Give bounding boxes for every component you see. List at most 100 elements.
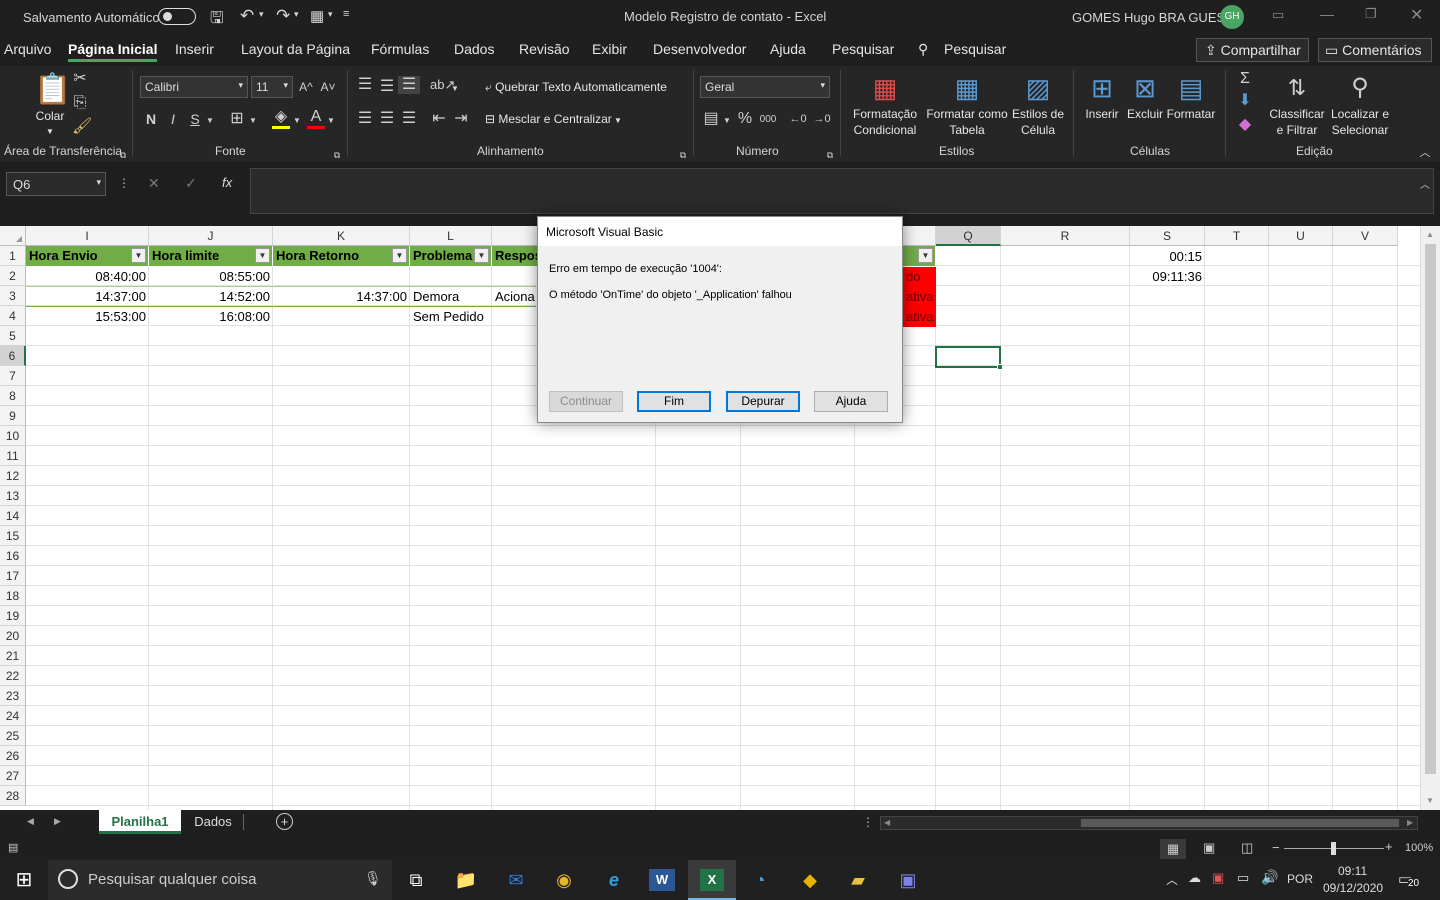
comments-button[interactable]: ▭ Comentários (1318, 38, 1432, 62)
filter-dropdown-icon[interactable]: ▼ (392, 248, 407, 263)
teams-icon[interactable]: ▣ (884, 866, 932, 894)
excel-taskbar-active[interactable]: X (688, 860, 736, 900)
underline-button[interactable]: S (187, 110, 203, 128)
row-header-27[interactable]: 27 (0, 766, 26, 786)
debug-button[interactable]: Depurar (726, 391, 800, 412)
row-header-12[interactable]: 12 (0, 466, 26, 486)
language-indicator[interactable]: POR (1287, 872, 1313, 886)
tab-arquivo[interactable]: Arquivo (4, 41, 51, 57)
filter-dropdown-icon[interactable]: ▼ (255, 248, 270, 263)
column-header-I[interactable]: I (26, 226, 149, 246)
row-header-20[interactable]: 20 (0, 626, 26, 646)
tab-pesquisar[interactable]: Pesquisar (832, 41, 894, 57)
share-button[interactable]: ⇪ Compartilhar (1196, 38, 1309, 62)
cell-K3[interactable]: 14:37:00 (273, 287, 410, 307)
tab-formulas[interactable]: Fórmulas (371, 41, 429, 57)
bold-button[interactable]: N (143, 110, 159, 128)
number-format-select[interactable]: Geral ▾ (700, 76, 830, 98)
row-header-9[interactable]: 9 (0, 406, 26, 426)
column-header-K[interactable]: K (273, 226, 410, 246)
column-header-Q[interactable]: Q (936, 226, 1001, 246)
expand-formula-icon[interactable]: ︿ (1420, 176, 1430, 191)
insert-cells-button[interactable]: ⊞ Inserir (1080, 70, 1124, 140)
row-header-10[interactable]: 10 (0, 426, 26, 446)
row-header-3[interactable]: 3 (0, 286, 26, 306)
column-header-L[interactable]: L (410, 226, 492, 246)
page-break-icon[interactable]: ◫ (1241, 840, 1253, 856)
row-header-19[interactable]: 19 (0, 606, 26, 626)
autosave-toggle[interactable] (158, 8, 196, 25)
row-header-25[interactable]: 25 (0, 726, 26, 746)
row-header-4[interactable]: 4 (0, 306, 26, 326)
chevron-down-icon[interactable]: ▼ (205, 112, 215, 130)
more-icon[interactable]: ⋮ (118, 176, 130, 190)
cell-M3[interactable]: Aciona (492, 287, 538, 307)
row-header-22[interactable]: 22 (0, 666, 26, 686)
zoom-thumb[interactable] (1331, 842, 1336, 855)
header-cell-resposta[interactable]: Respos (492, 246, 538, 266)
column-header-R[interactable]: R (1001, 226, 1130, 246)
volume-icon[interactable]: 🔊 (1261, 869, 1278, 886)
align-left-icon[interactable]: ☰ (356, 110, 374, 128)
scroll-left-icon[interactable]: ◀ (884, 818, 890, 827)
customize-qat-icon[interactable]: ≡ (343, 8, 349, 20)
h-app-icon[interactable]: ◆ (786, 866, 834, 894)
chevron-down-icon[interactable]: ▾ (294, 9, 299, 20)
tab-exibir[interactable]: Exibir (592, 41, 627, 57)
row-header-16[interactable]: 16 (0, 546, 26, 566)
decrease-decimal-icon[interactable]: →0 (812, 110, 832, 128)
header-cell-hora-envio[interactable]: Hora Envio ▼ (26, 246, 149, 266)
filter-dropdown-icon[interactable]: ▼ (918, 248, 933, 263)
row-header-5[interactable]: 5 (0, 326, 26, 346)
zoom-level[interactable]: 100% (1405, 842, 1433, 854)
avatar[interactable]: GH (1220, 5, 1244, 29)
font-color-icon[interactable]: A (307, 108, 325, 129)
cell-I4[interactable]: 15:53:00 (26, 307, 149, 327)
ribbon-display-icon[interactable]: ▭ (1272, 7, 1284, 23)
file-explorer-icon[interactable]: 📁 (442, 866, 490, 894)
scroll-right-icon[interactable]: ▶ (1407, 818, 1413, 827)
format-painter-icon[interactable]: 🖌 (72, 118, 92, 136)
borders-icon[interactable]: ⊞ (228, 110, 246, 128)
cell-P4[interactable]: ativa (903, 307, 936, 327)
header-cell-status[interactable]: ▼ (903, 246, 936, 266)
column-header-T[interactable]: T (1205, 226, 1269, 246)
italic-button[interactable]: I (165, 110, 181, 128)
chevron-down-icon[interactable]: ▼ (248, 112, 258, 130)
row-header-21[interactable]: 21 (0, 646, 26, 666)
redo-icon[interactable]: ↷ (276, 6, 290, 26)
cell-styles-button[interactable]: ▨ Estilos de Célula (1010, 70, 1066, 140)
scroll-thumb[interactable] (1081, 819, 1399, 827)
edge-icon[interactable]: e (590, 866, 638, 894)
tab-ajuda[interactable]: Ajuda (770, 41, 806, 57)
cell-P3[interactable]: ativa (903, 287, 936, 307)
tab-dados[interactable]: Dados (454, 41, 494, 57)
row-header-17[interactable]: 17 (0, 566, 26, 586)
cell-I3[interactable]: 14:37:00 (26, 287, 149, 307)
row-header-8[interactable]: 8 (0, 386, 26, 406)
formula-input[interactable] (250, 168, 1434, 214)
tab-pagina-inicial[interactable]: Página Inicial (68, 41, 158, 62)
merge-center-button[interactable]: ⊟ Mesclar e Centralizar ▼ (485, 110, 622, 128)
search-icon[interactable]: ⚲ (918, 41, 928, 58)
onedrive-icon[interactable]: ☁ (1188, 870, 1201, 886)
row-header-6[interactable]: 6 (0, 346, 26, 366)
sheet-tab-dados[interactable]: Dados (185, 810, 241, 834)
clock-date[interactable]: 09/12/2020 (1323, 881, 1383, 895)
zoom-in-icon[interactable]: + (1385, 839, 1393, 854)
clock-time[interactable]: 09:11 (1338, 864, 1367, 878)
row-header-15[interactable]: 15 (0, 526, 26, 546)
row-header-28[interactable]: 28 (0, 786, 26, 806)
format-cells-button[interactable]: ▤ Formatar (1166, 70, 1216, 140)
undo-icon[interactable]: ↶ (240, 6, 254, 26)
row-header-2[interactable]: 2 (0, 266, 26, 286)
chevron-down-icon[interactable]: ▼ (722, 112, 732, 130)
taskbar-search[interactable]: Pesquisar qualquer coisa 🎙 (48, 860, 392, 900)
clear-icon[interactable]: ◆ (1236, 116, 1254, 134)
chevron-down-icon[interactable]: ▼ (292, 112, 302, 130)
column-header-U[interactable]: U (1269, 226, 1333, 246)
align-right-icon[interactable]: ☰ (400, 110, 418, 128)
enter-icon[interactable]: ✓ (185, 175, 197, 192)
show-hidden-icons[interactable]: ︿ (1166, 871, 1178, 888)
format-as-table-button[interactable]: ▦ Formatar como Tabela (924, 70, 1010, 140)
